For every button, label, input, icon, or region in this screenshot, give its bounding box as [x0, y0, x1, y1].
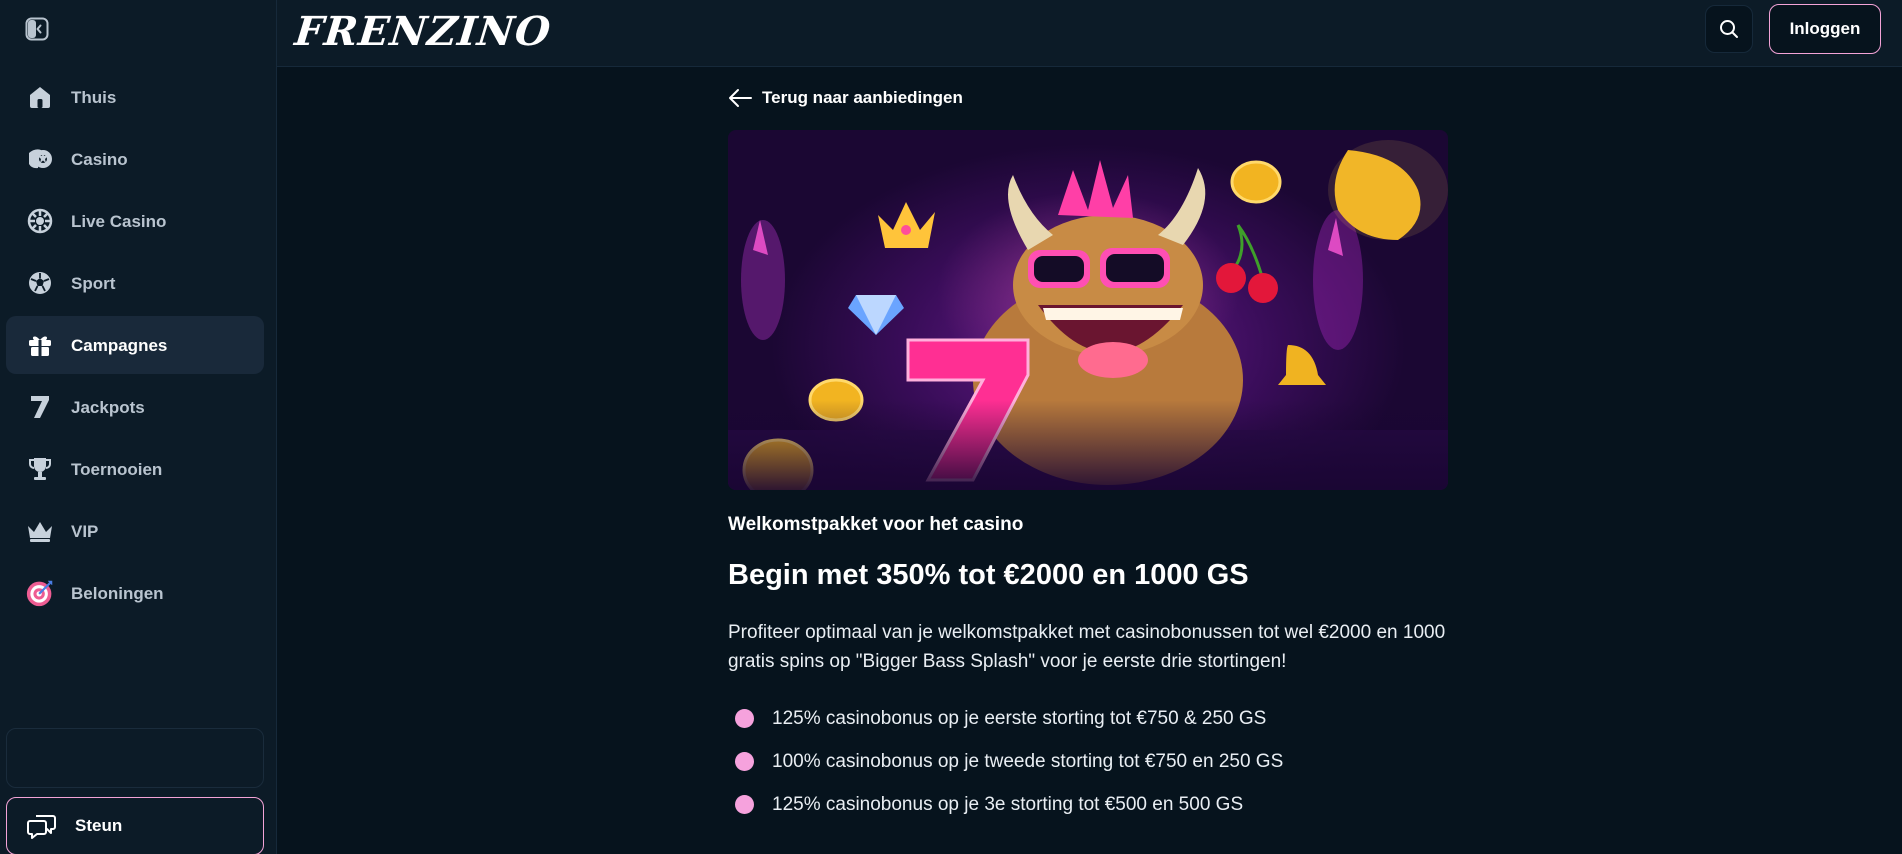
collapse-sidebar-icon[interactable] — [24, 17, 50, 41]
casino-chip-icon — [26, 145, 54, 173]
offer-kicker: Welkomstpakket voor het casino — [728, 514, 1024, 535]
bullet-text: 125% casinobonus op je 3e storting tot €… — [772, 793, 1244, 815]
bullet-text: 100% casinobonus op je tweede storting t… — [772, 750, 1284, 772]
sidebar-nav: Thuis Casino Live Casino Sport Campagnes — [6, 68, 264, 626]
crown-icon — [26, 517, 54, 545]
support-button[interactable]: Steun — [6, 797, 264, 854]
trophy-icon — [26, 455, 54, 483]
support-label: Steun — [75, 816, 123, 835]
sidebar-item-label: VIP — [71, 521, 99, 541]
sidebar-item-label: Casino — [71, 149, 128, 169]
bullet-dot-icon — [735, 752, 754, 771]
sidebar-item-casino[interactable]: Casino — [6, 130, 264, 188]
list-item: 100% casinobonus op je tweede storting t… — [728, 740, 1448, 783]
target-icon — [26, 579, 54, 607]
seven-icon — [26, 393, 54, 421]
sidebar-item-vip[interactable]: VIP — [6, 502, 264, 560]
sidebar-item-campagnes[interactable]: Campagnes — [6, 316, 264, 374]
offer-title: Begin met 350% tot €2000 en 1000 GS — [728, 559, 1249, 591]
sidebar-item-sport[interactable]: Sport — [6, 254, 264, 312]
login-button[interactable]: Inloggen — [1769, 4, 1881, 54]
bullet-dot-icon — [735, 709, 754, 728]
sidebar-item-label: Campagnes — [71, 335, 168, 355]
sidebar: Thuis Casino Live Casino Sport Campagnes — [0, 0, 277, 854]
bullet-dot-icon — [735, 795, 754, 814]
sidebar-item-label: Beloningen — [71, 583, 164, 603]
top-header: FRENZINO Inloggen — [277, 0, 1902, 67]
arrow-left-icon — [728, 88, 752, 108]
back-link-label: Terug naar aanbiedingen — [762, 88, 963, 107]
list-item: 125% casinobonus op je 3e storting tot €… — [728, 783, 1448, 826]
sidebar-item-label: Toernooien — [71, 459, 163, 479]
sidebar-item-thuis[interactable]: Thuis — [6, 68, 264, 126]
soccer-ball-icon — [26, 269, 54, 297]
sidebar-item-label: Thuis — [71, 87, 117, 107]
home-icon — [26, 83, 54, 111]
sidebar-item-label: Jackpots — [71, 397, 145, 417]
sidebar-panel — [6, 728, 264, 788]
search-icon — [1719, 19, 1739, 39]
chat-icon — [27, 812, 57, 840]
list-item: 125% casinobonus op je eerste storting t… — [728, 697, 1448, 740]
roulette-icon — [26, 207, 54, 235]
sidebar-item-live-casino[interactable]: Live Casino — [6, 192, 264, 250]
bullet-text: 125% casinobonus op je eerste storting t… — [772, 707, 1267, 729]
sidebar-item-beloningen[interactable]: Beloningen — [6, 564, 264, 622]
sidebar-item-label: Live Casino — [71, 211, 167, 231]
sidebar-item-label: Sport — [71, 273, 116, 293]
brand-logo[interactable]: FRENZINO — [293, 8, 554, 55]
back-to-offers-link[interactable]: Terug naar aanbiedingen — [728, 84, 1448, 112]
search-button[interactable] — [1705, 5, 1753, 53]
sidebar-item-toernooien[interactable]: Toernooien — [6, 440, 264, 498]
offer-description: Profiteer optimaal van je welkomstpakket… — [728, 622, 1446, 672]
offer-detail: Terug naar aanbiedingen Welkomstpakket v… — [728, 84, 1448, 826]
offer-banner-image — [728, 130, 1448, 490]
offer-bullet-list: 125% casinobonus op je eerste storting t… — [728, 697, 1448, 826]
gift-icon — [26, 331, 54, 359]
sidebar-item-jackpots[interactable]: Jackpots — [6, 378, 264, 436]
